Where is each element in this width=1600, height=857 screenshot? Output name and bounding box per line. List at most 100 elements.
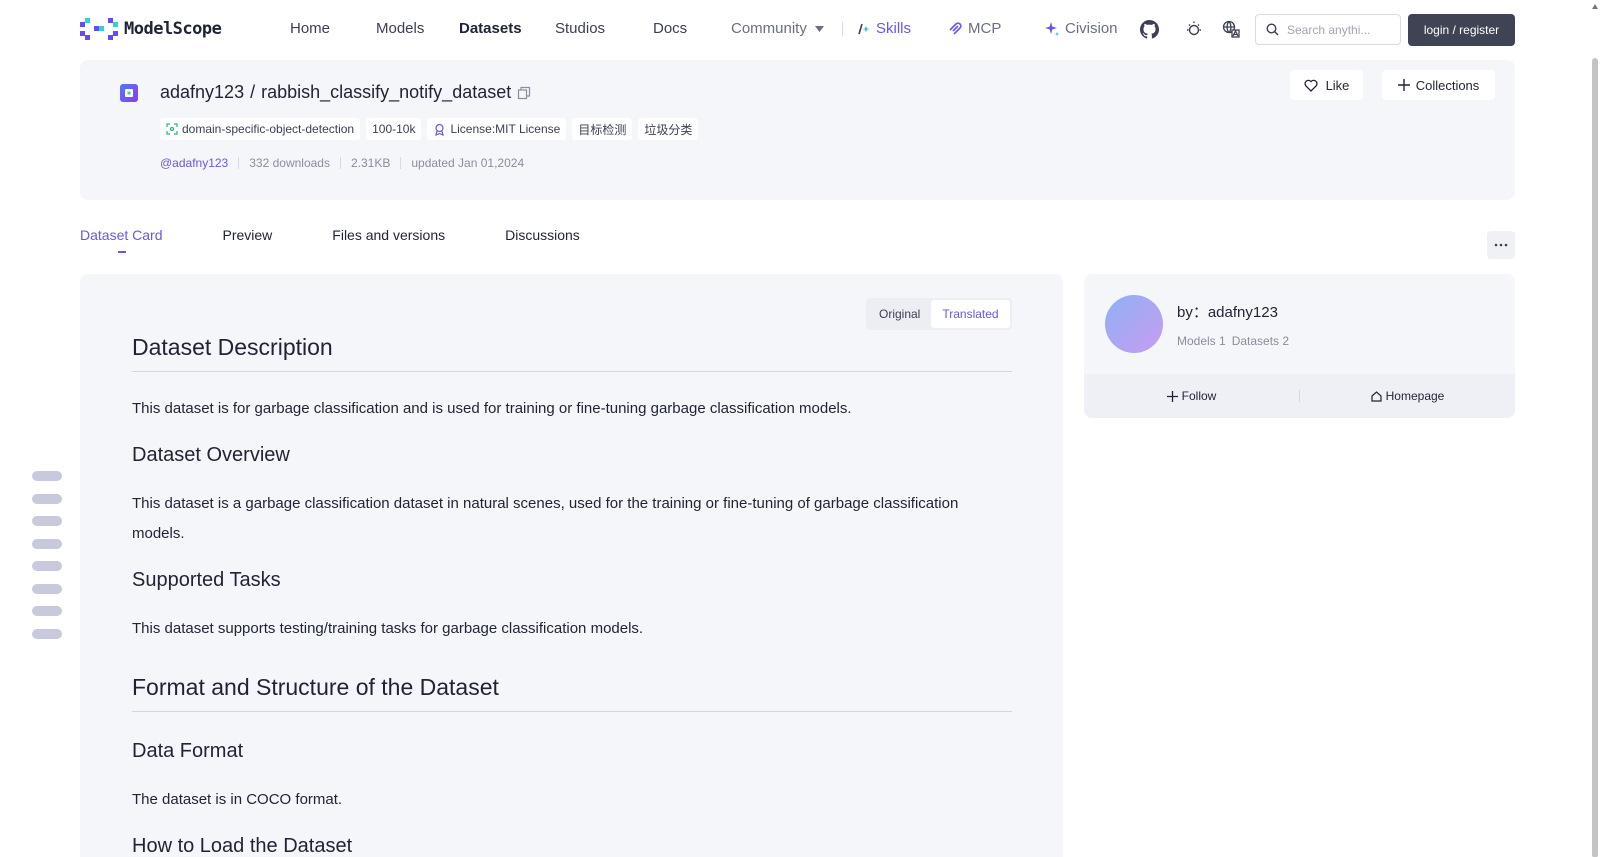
heading-dataset-overview: Dataset Overview bbox=[132, 444, 290, 466]
dataset-card-content: Original Translated Dataset Description … bbox=[80, 274, 1063, 857]
copy-icon[interactable] bbox=[517, 86, 531, 100]
author-card: by：adafny123 Models 1 Datasets 2 Follow … bbox=[1084, 274, 1515, 418]
meta-user[interactable]: @adafny123 bbox=[160, 157, 238, 169]
plus-icon bbox=[1397, 79, 1410, 91]
search-input[interactable] bbox=[1287, 22, 1397, 37]
dataset-meta: @adafny123 332 downloads 2.31KB updated … bbox=[160, 157, 534, 169]
search-icon bbox=[1266, 23, 1279, 36]
login-register-button[interactable]: login / register bbox=[1408, 14, 1515, 46]
markdown-body: Dataset Description This dataset is for … bbox=[132, 334, 1012, 857]
nav-civision-label: Civision bbox=[1065, 20, 1118, 37]
tag-task-label: domain-specific-object-detection bbox=[182, 122, 355, 136]
author-models-count[interactable]: Models 1 bbox=[1177, 334, 1226, 348]
para-overview: This dataset is a garbage classification… bbox=[132, 495, 959, 542]
para-data-format: The dataset is in COCO format. bbox=[132, 791, 343, 808]
toc-item[interactable] bbox=[32, 493, 62, 504]
like-label: Like bbox=[1325, 77, 1350, 93]
author-name[interactable]: by：adafny123 bbox=[1177, 301, 1278, 322]
heading-how-to-load: How to Load the Dataset bbox=[132, 835, 353, 857]
homepage-label: Homepage bbox=[1385, 389, 1445, 403]
nav-datasets[interactable]: Datasets bbox=[459, 20, 522, 37]
dataset-title: adafny123 / rabbish_classify_notify_data… bbox=[160, 82, 531, 103]
tag-task[interactable]: domain-specific-object-detection bbox=[160, 118, 361, 140]
more-options-button[interactable] bbox=[1487, 231, 1515, 259]
github-icon[interactable] bbox=[1138, 18, 1160, 40]
toc-item[interactable] bbox=[32, 561, 62, 571]
nav-home[interactable]: Home bbox=[290, 20, 330, 37]
tag-object-detection-label: 目标检测 bbox=[578, 122, 627, 137]
tab-preview[interactable]: Preview bbox=[222, 227, 272, 257]
meta-size: 2.31KB bbox=[339, 157, 400, 169]
tag-size-label: 100-10k bbox=[372, 122, 416, 136]
license-icon bbox=[435, 123, 445, 136]
nav-mcp[interactable]: MCP bbox=[947, 20, 1001, 37]
dataset-tabs: Dataset Card Preview Files and versions … bbox=[80, 227, 640, 257]
para-tasks: This dataset supports testing/training t… bbox=[132, 620, 644, 637]
caret-down-icon bbox=[814, 25, 824, 32]
modelscope-logo-icon bbox=[80, 18, 118, 40]
heart-icon bbox=[1304, 79, 1318, 92]
plus-icon bbox=[1166, 390, 1178, 402]
nav-studios[interactable]: Studios bbox=[555, 20, 605, 37]
dataset-owner[interactable]: adafny123 bbox=[160, 82, 244, 103]
nav-skills-label: Skills bbox=[876, 20, 912, 37]
nav-community-label: Community bbox=[731, 20, 807, 37]
toc-item[interactable] bbox=[32, 606, 62, 616]
nav-mcp-label: MCP bbox=[968, 20, 1002, 37]
tag-garbage-classification-label: 垃圾分类 bbox=[644, 122, 693, 137]
tag-license-label: License:MIT License bbox=[450, 122, 561, 136]
dataset-header: adafny123 / rabbish_classify_notify_data… bbox=[80, 60, 1515, 200]
page: ModelScope Home Models Datasets Studios … bbox=[0, 0, 1600, 857]
follow-button[interactable]: Follow bbox=[1084, 389, 1299, 403]
nav-models[interactable]: Models bbox=[376, 20, 424, 37]
toc-item[interactable] bbox=[32, 538, 62, 549]
toc-item[interactable] bbox=[32, 516, 62, 526]
logo-text: ModelScope bbox=[124, 19, 222, 39]
nav-divider bbox=[842, 22, 843, 36]
toc-item[interactable] bbox=[32, 628, 62, 639]
skills-icon bbox=[858, 23, 870, 34]
title-separator: / bbox=[250, 82, 256, 102]
nav-docs[interactable]: Docs bbox=[653, 20, 687, 37]
like-button[interactable]: Like bbox=[1290, 70, 1363, 100]
scrollbar-thumb[interactable] bbox=[1592, 58, 1598, 857]
toc-item[interactable] bbox=[32, 471, 62, 481]
tag-license[interactable]: License:MIT License bbox=[427, 118, 567, 140]
language-icon[interactable] bbox=[1220, 18, 1242, 40]
toggle-translated[interactable]: Translated bbox=[931, 300, 1010, 328]
toc-outline[interactable] bbox=[32, 471, 62, 651]
top-nav: ModelScope Home Models Datasets Studios … bbox=[0, 0, 1600, 58]
mcp-icon bbox=[949, 21, 962, 35]
para-description: This dataset is for garbage classificati… bbox=[132, 400, 852, 417]
collections-label: Collections bbox=[1415, 77, 1480, 93]
author-actions: Follow Homepage bbox=[1084, 374, 1515, 418]
heading-data-format: Data Format bbox=[132, 740, 244, 762]
sparkle-icon bbox=[1045, 21, 1059, 36]
avatar[interactable] bbox=[1105, 295, 1163, 353]
tag-object-detection[interactable]: 目标检测 bbox=[572, 118, 633, 140]
tag-garbage-classification[interactable]: 垃圾分类 bbox=[638, 118, 699, 140]
dataset-avatar-icon bbox=[120, 84, 138, 102]
author-datasets-count[interactable]: Datasets 2 bbox=[1232, 334, 1289, 348]
toggle-original[interactable]: Original bbox=[868, 300, 931, 328]
tab-dataset-card[interactable]: Dataset Card bbox=[80, 227, 162, 257]
tab-discussions[interactable]: Discussions bbox=[505, 227, 580, 257]
toc-item[interactable] bbox=[32, 583, 62, 594]
translation-toggle: Original Translated bbox=[866, 298, 1012, 330]
collections-button[interactable]: Collections bbox=[1382, 70, 1495, 100]
homepage-button[interactable]: Homepage bbox=[1300, 389, 1515, 403]
follow-label: Follow bbox=[1181, 389, 1217, 403]
search-box[interactable] bbox=[1255, 14, 1401, 45]
nav-civision[interactable]: Civision bbox=[1044, 20, 1118, 37]
tag-size[interactable]: 100-10k bbox=[366, 118, 422, 140]
logo[interactable]: ModelScope bbox=[80, 18, 222, 40]
author-stats: Models 1 Datasets 2 bbox=[1177, 334, 1289, 348]
heading-supported-tasks: Supported Tasks bbox=[132, 569, 281, 591]
ellipsis-icon bbox=[1494, 243, 1508, 247]
nav-skills[interactable]: Skills bbox=[857, 20, 911, 37]
dataset-name: rabbish_classify_notify_dataset bbox=[261, 82, 512, 102]
scroll-up-arrow-icon[interactable] bbox=[1592, 4, 1598, 9]
nav-community[interactable]: Community bbox=[731, 20, 824, 37]
tab-files-and-versions[interactable]: Files and versions bbox=[332, 227, 445, 257]
theme-sun-icon[interactable] bbox=[1183, 18, 1205, 40]
